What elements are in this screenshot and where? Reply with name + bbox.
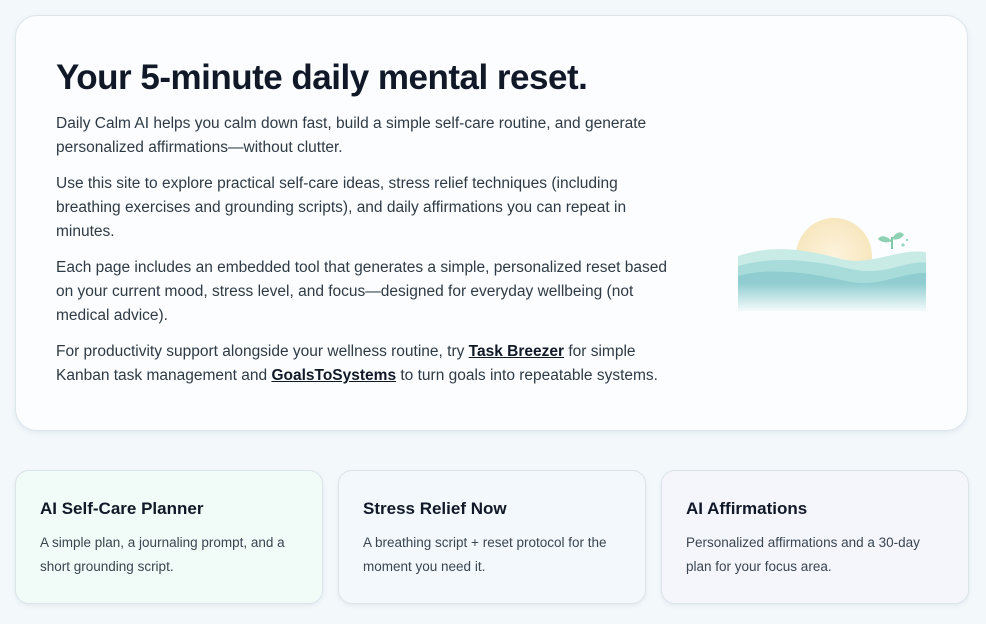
productivity-paragraph: For productivity support alongside your … <box>56 340 686 388</box>
card-title: AI Self-Care Planner <box>40 499 204 518</box>
card-title: Stress Relief Now <box>363 499 507 518</box>
card-self-care-planner[interactable]: AI Self-Care Planner A simple plan, a jo… <box>15 470 323 604</box>
tool-paragraph: Each page includes an embedded tool that… <box>56 259 667 324</box>
productivity-text-pre: For productivity support alongside your … <box>56 343 469 360</box>
goals-to-systems-link[interactable]: GoalsToSystems <box>271 367 396 384</box>
usage-paragraph: Use this site to explore practical self-… <box>56 175 627 240</box>
page-title: Your 5-minute daily mental reset. <box>56 58 588 97</box>
card-title: AI Affirmations <box>686 499 808 518</box>
hero-panel: Your 5-minute daily mental reset. Daily … <box>15 15 968 431</box>
sun-over-waves-icon <box>716 201 932 313</box>
card-description: A simple plan, a journaling prompt, and … <box>40 535 285 574</box>
card-description: Personalized affirmations and a 30-day p… <box>686 535 920 574</box>
productivity-text-post: to turn goals into repeatable systems. <box>396 367 658 384</box>
feature-cards: AI Self-Care Planner A simple plan, a jo… <box>15 470 969 604</box>
intro-paragraph: Daily Calm AI helps you calm down fast, … <box>56 115 647 156</box>
hero-text: Your 5-minute daily mental reset. Daily … <box>56 56 686 400</box>
card-ai-affirmations[interactable]: AI Affirmations Personalized affirmation… <box>661 470 969 604</box>
card-description: A breathing script + reset protocol for … <box>363 535 607 574</box>
task-breezer-link[interactable]: Task Breezer <box>469 343 564 360</box>
card-stress-relief-now[interactable]: Stress Relief Now A breathing script + r… <box>338 470 646 604</box>
